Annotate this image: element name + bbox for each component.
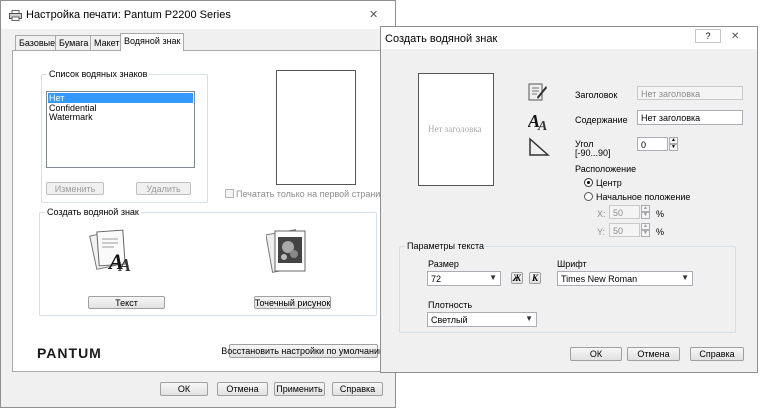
chevron-down-icon: ▼: [681, 273, 689, 282]
delete-button[interactable]: Удалить: [136, 182, 191, 195]
header-input[interactable]: Нет заголовка: [637, 86, 743, 100]
pantum-logo: PANTUM: [37, 345, 102, 361]
y-label: Y:: [597, 227, 606, 237]
bitmap-watermark-button[interactable]: Точечный рисунок: [254, 296, 331, 309]
bold-button[interactable]: Ж: [511, 272, 523, 284]
font-value: Times New Roman: [561, 274, 638, 284]
text-params-group: Параметры текста Размер 72 ▼ Ж К Шрифт T…: [399, 241, 736, 333]
center-radio[interactable]: [584, 178, 593, 187]
cancel-button[interactable]: Отмена: [217, 382, 268, 396]
apply-button[interactable]: Применить: [274, 382, 325, 396]
first-page-only-checkbox[interactable]: [225, 189, 234, 198]
size-select[interactable]: 72 ▼: [427, 271, 501, 286]
list-item[interactable]: Watermark: [49, 112, 93, 122]
tab-watermark[interactable]: Водяной знак: [120, 33, 185, 51]
header-edit-icon: [528, 82, 548, 104]
content-label: Содержание: [575, 115, 628, 125]
watermark-preview-page: Нет заголовка: [418, 73, 494, 186]
printer-icon: [9, 10, 22, 23]
ok-button[interactable]: ОК: [160, 382, 208, 396]
tab-paper[interactable]: Бумага: [55, 35, 93, 50]
x-spin-down[interactable]: ▼: [641, 212, 650, 219]
y-input[interactable]: 50: [609, 223, 640, 237]
text-watermark-icon: A A: [89, 227, 141, 275]
create-watermark-dialog: Создать водяной знак ? ✕ Нет заголовка A…: [380, 26, 758, 373]
close-icon[interactable]: ✕: [369, 8, 378, 21]
first-page-only-label: Печатать только на первой странице: [236, 189, 391, 199]
angle-icon: [528, 137, 550, 159]
watermark-dialog-titlebar[interactable]: Создать водяной знак ? ✕: [381, 27, 757, 49]
image-watermark-icon: [265, 227, 310, 277]
watermark-ok-button[interactable]: ОК: [570, 347, 622, 361]
italic-button[interactable]: К: [529, 272, 541, 284]
svg-text:A: A: [537, 119, 547, 131]
y-spin-up[interactable]: ▲: [641, 223, 650, 230]
angle-spin-down[interactable]: ▼: [669, 144, 678, 151]
font-content-icon: AA: [527, 109, 552, 134]
help-button[interactable]: Справка: [332, 382, 383, 396]
angle-range-label: [-90...90]: [575, 148, 611, 158]
x-spin-up[interactable]: ▲: [641, 205, 650, 212]
font-label: Шрифт: [557, 259, 587, 269]
watermark-preview-text: Нет заголовка: [428, 124, 482, 134]
tab-layout[interactable]: Макет: [90, 35, 124, 50]
create-watermark-group: Создать водяной знак A A Текст Точечный …: [39, 207, 377, 316]
x-percent-label: %: [656, 209, 665, 219]
center-label: Центр: [596, 178, 622, 188]
y-spin-down[interactable]: ▼: [641, 230, 650, 237]
print-dialog-titlebar[interactable]: Настройка печати: Pantum P2200 Series ✕: [1, 1, 395, 29]
tab-basic[interactable]: Базовые: [15, 35, 60, 50]
text-watermark-button[interactable]: Текст: [88, 296, 165, 309]
help-title-button[interactable]: ?: [695, 29, 721, 43]
radio-dot: [587, 181, 590, 184]
print-dialog-title: Настройка печати: Pantum P2200 Series: [26, 9, 231, 21]
start-position-label: Начальное положение: [596, 192, 691, 202]
header-label: Заголовок: [575, 90, 618, 100]
edit-button[interactable]: Изменить: [46, 182, 104, 195]
content-input[interactable]: Нет заголовка: [637, 110, 743, 125]
angle-spin-up[interactable]: ▲: [669, 137, 678, 144]
density-label: Плотность: [428, 300, 473, 310]
help-icon: ?: [705, 31, 711, 41]
font-select[interactable]: Times New Roman ▼: [557, 271, 693, 286]
restore-defaults-button[interactable]: Восстановить настройки по умолчанию: [221, 344, 386, 358]
watermark-listbox[interactable]: Нет Confidential Watermark: [46, 91, 195, 168]
angle-input[interactable]: 0: [637, 137, 668, 151]
size-label: Размер: [428, 259, 459, 269]
chevron-down-icon: ▼: [489, 273, 497, 282]
svg-text:A: A: [118, 255, 131, 273]
text-params-label: Параметры текста: [405, 241, 487, 251]
watermark-help-button[interactable]: Справка: [690, 347, 744, 361]
watermark-dialog-title: Создать водяной знак: [385, 33, 498, 45]
close-icon[interactable]: ✕: [731, 31, 739, 42]
position-label: Расположение: [575, 164, 637, 174]
chevron-down-icon: ▼: [525, 314, 533, 323]
density-value: Светлый: [431, 315, 468, 325]
size-value: 72: [431, 274, 442, 284]
x-input[interactable]: 50: [609, 205, 640, 219]
page-preview: [276, 70, 356, 185]
x-label: X:: [597, 209, 606, 219]
y-percent-label: %: [656, 227, 665, 237]
create-watermark-label: Создать водяной знак: [45, 207, 141, 217]
list-item-selected[interactable]: Нет: [48, 93, 193, 103]
start-position-radio[interactable]: [584, 192, 593, 201]
tab-page: Список водяных знаков Нет Confidential W…: [12, 50, 390, 372]
watermark-cancel-button[interactable]: Отмена: [627, 347, 680, 361]
watermark-list-label: Список водяных знаков: [47, 69, 150, 79]
density-select[interactable]: Светлый ▼: [427, 312, 537, 327]
print-settings-dialog: Настройка печати: Pantum P2200 Series ✕ …: [0, 0, 396, 408]
watermark-list-group: Список водяных знаков Нет Confidential W…: [41, 69, 208, 203]
